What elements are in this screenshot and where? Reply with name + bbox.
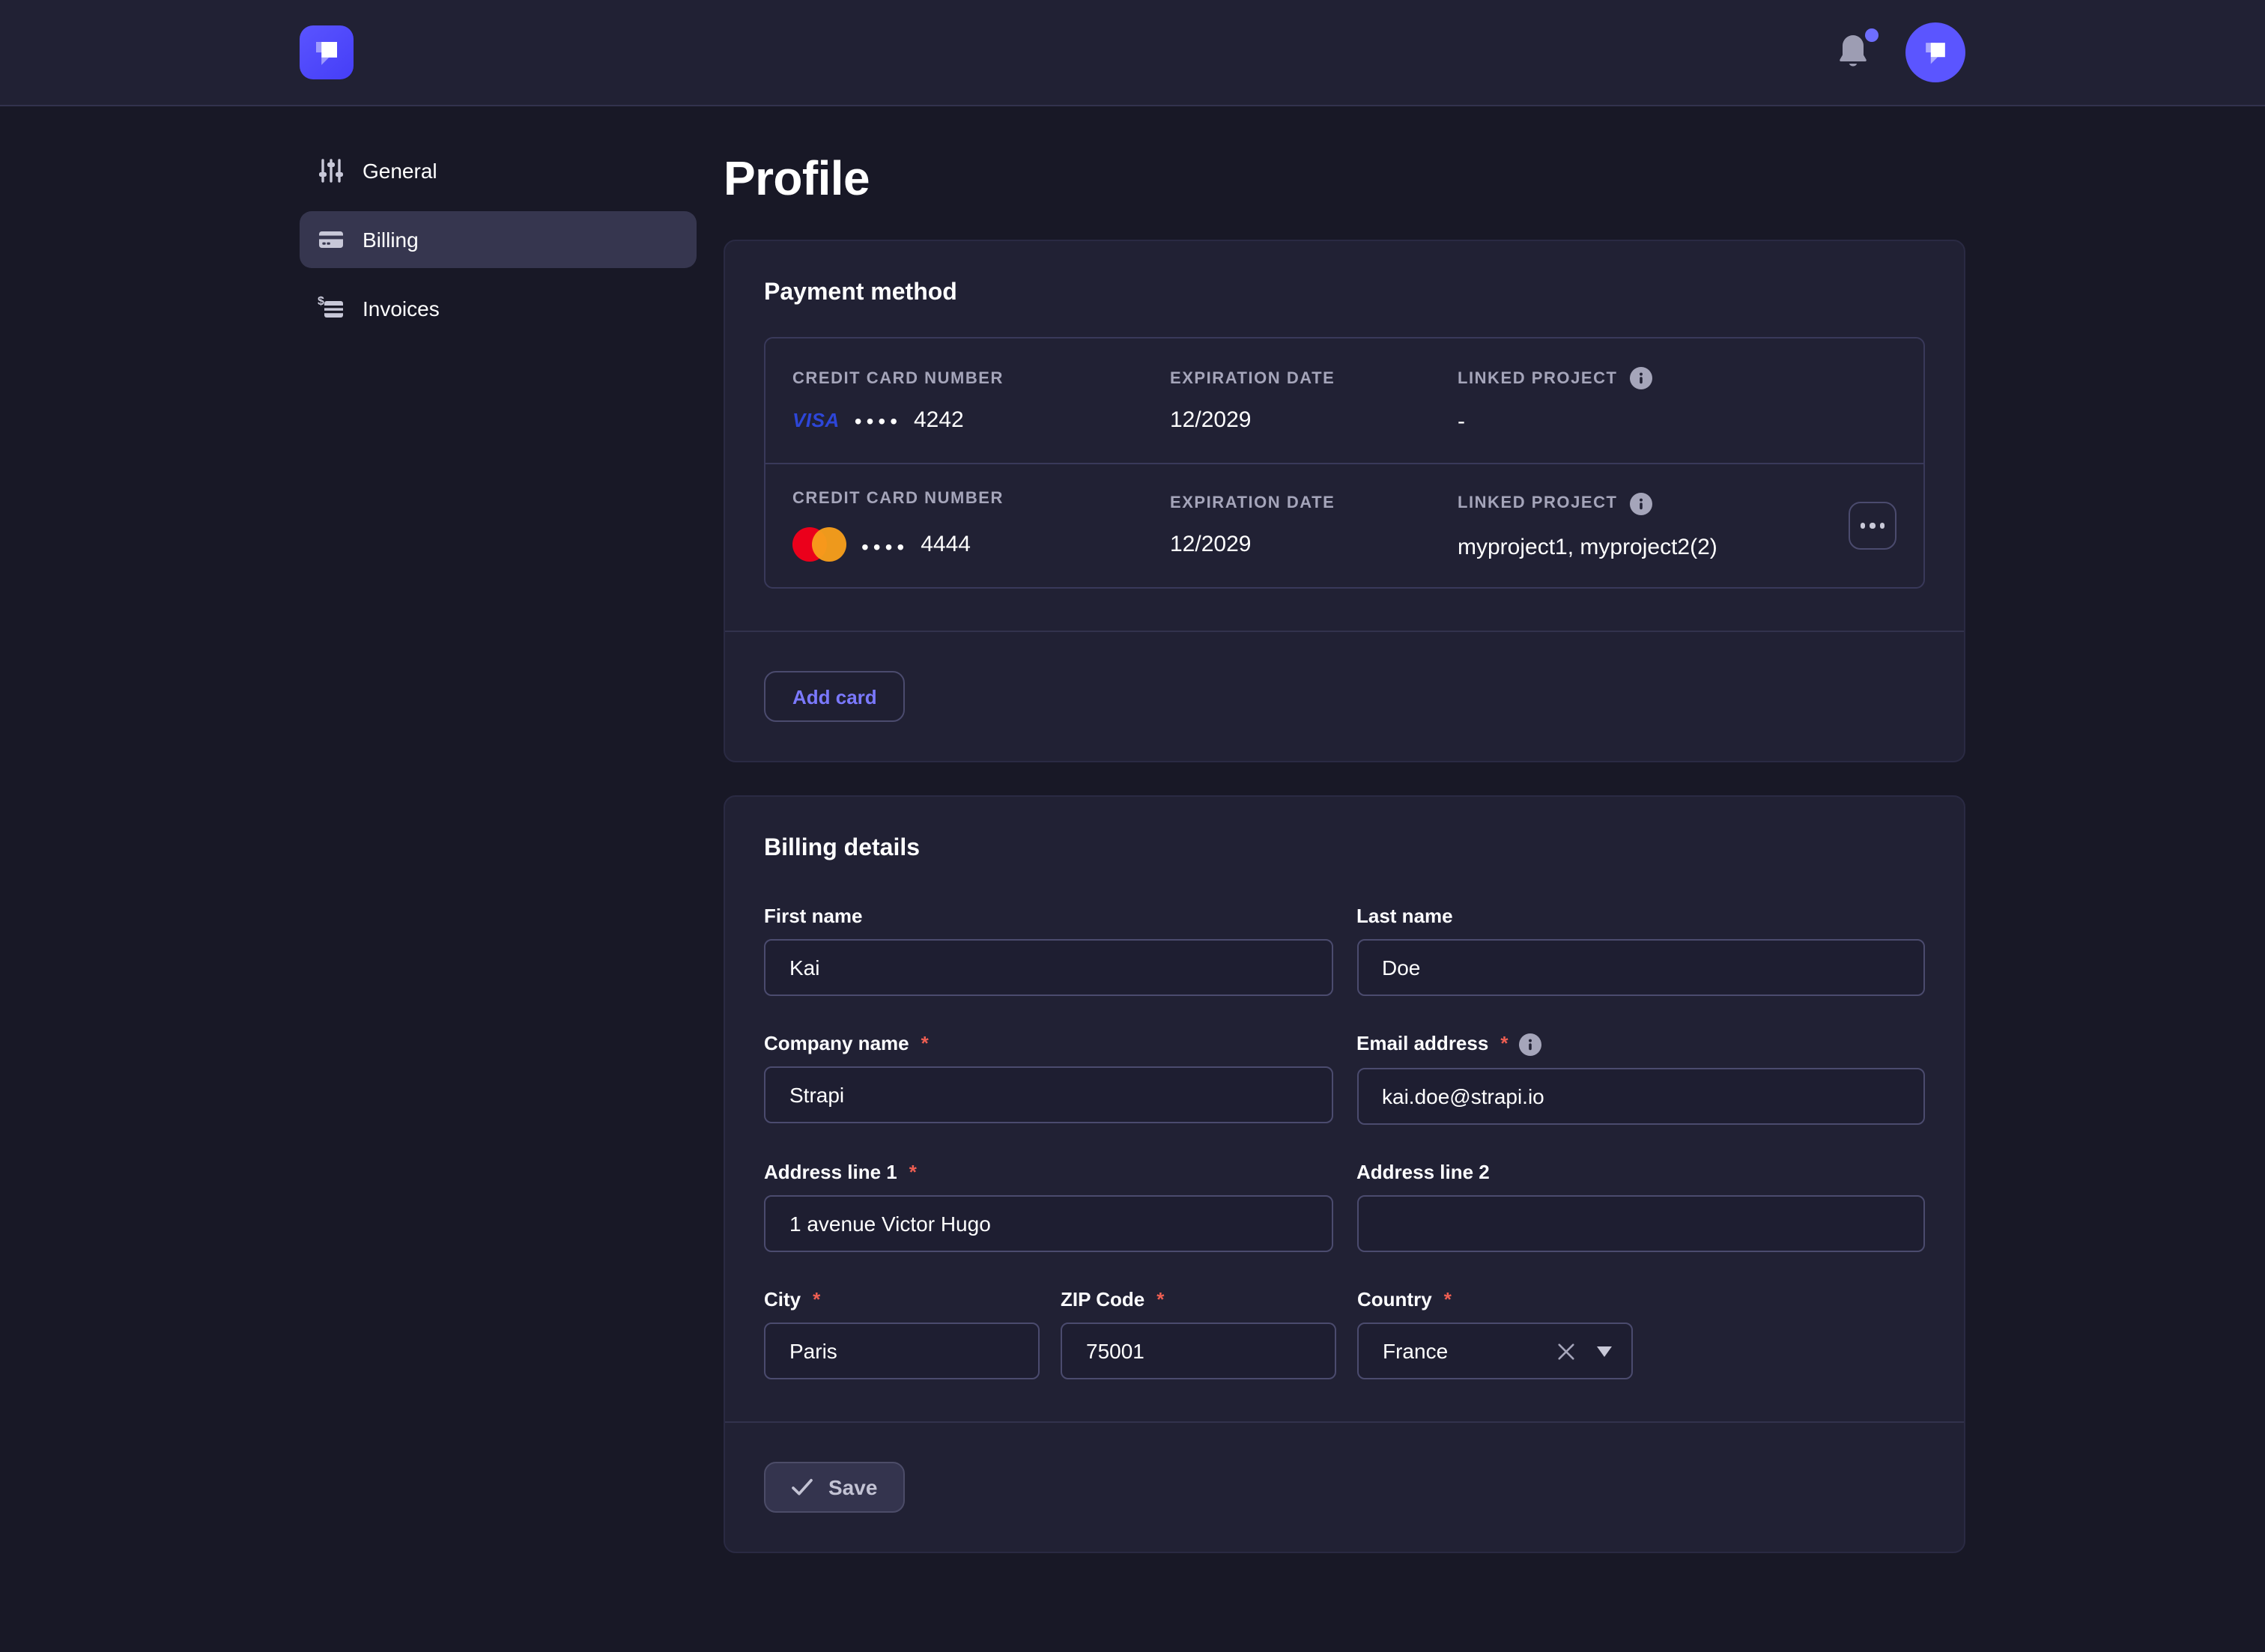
company-name-label: Company name: [764, 1032, 909, 1054]
credit-card-icon: [318, 226, 345, 253]
address-line-2-input[interactable]: [1356, 1195, 1925, 1252]
mastercard-logo: [792, 526, 846, 562]
check-icon: [791, 1478, 813, 1496]
linked-project-label: LINKED PROJECT: [1458, 369, 1618, 387]
dots-icon: [1861, 523, 1866, 529]
sliders-icon: [318, 157, 345, 184]
credit-card-number-label: CREDIT CARD NUMBER: [792, 489, 1170, 507]
email-label: Email address: [1356, 1032, 1488, 1054]
page-title: Profile: [724, 151, 1965, 207]
city-field: City *: [764, 1288, 1040, 1379]
payment-cards-table: CREDIT CARD NUMBER VISA •••• 4242 EXPIRA…: [764, 337, 1925, 589]
main-layout: General Billing $: [300, 106, 1965, 1613]
company-name-input[interactable]: [764, 1066, 1332, 1123]
sidebar-item-label: Invoices: [363, 297, 440, 321]
info-icon[interactable]: [1630, 367, 1652, 389]
city-label: City: [764, 1288, 801, 1311]
credit-card-number-label: CREDIT CARD NUMBER: [792, 369, 1170, 387]
last-name-field: Last name: [1356, 905, 1925, 996]
address-line-1-input[interactable]: [764, 1195, 1332, 1252]
required-marker: *: [1444, 1288, 1452, 1311]
address-line-2-label: Address line 2: [1356, 1161, 1490, 1183]
linked-project-label: LINKED PROJECT: [1458, 494, 1618, 512]
invoice-icon: $: [318, 295, 345, 322]
sidebar-item-invoices[interactable]: $ Invoices: [300, 280, 697, 337]
city-zip-country-row: City * ZIP Code * Country *: [764, 1288, 1925, 1379]
strapi-logo: [300, 25, 354, 79]
clear-icon[interactable]: [1556, 1341, 1576, 1361]
expiration-date-label: EXPIRATION DATE: [1170, 494, 1458, 512]
divider: [725, 1421, 1964, 1423]
first-name-field: First name: [764, 905, 1332, 996]
strapi-glyph-icon: [309, 34, 345, 70]
visa-logo: VISA: [792, 408, 840, 431]
topbar-actions: [1834, 22, 1965, 82]
info-icon[interactable]: [1518, 1033, 1541, 1056]
settings-sidebar: General Billing $: [300, 142, 697, 1613]
linked-project-value: -: [1458, 409, 1819, 434]
add-card-button[interactable]: Add card: [764, 671, 906, 722]
masked-digits: ••••: [855, 409, 902, 433]
card-last4: 4444: [921, 532, 971, 557]
chevron-down-icon: [1597, 1346, 1612, 1356]
required-marker: *: [1156, 1288, 1164, 1311]
divider: [725, 631, 1964, 632]
address-line-1-label: Address line 1: [764, 1161, 897, 1183]
table-row-mastercard: CREDIT CARD NUMBER •••• 4444: [765, 463, 1923, 587]
topbar: [0, 0, 2265, 106]
last-name-input[interactable]: [1356, 939, 1925, 996]
country-value: France: [1383, 1339, 1556, 1363]
billing-details-card: Billing details First name Last name Com…: [724, 795, 1965, 1553]
sidebar-item-general[interactable]: General: [300, 142, 697, 199]
save-button[interactable]: Save: [764, 1462, 904, 1513]
last-name-label: Last name: [1356, 905, 1453, 927]
zip-code-field: ZIP Code *: [1061, 1288, 1336, 1379]
email-input[interactable]: [1356, 1068, 1925, 1125]
notifications-button[interactable]: [1834, 31, 1873, 73]
first-name-input[interactable]: [764, 939, 1332, 996]
payment-method-card: Payment method CREDIT CARD NUMBER VISA •…: [724, 240, 1965, 762]
country-label: Country: [1357, 1288, 1432, 1311]
sidebar-item-label: Billing: [363, 228, 419, 252]
zip-code-label: ZIP Code: [1061, 1288, 1144, 1311]
city-input[interactable]: [764, 1322, 1040, 1379]
required-marker: *: [909, 1161, 917, 1183]
card-last4: 4242: [914, 407, 964, 432]
content-area: Profile Payment method CREDIT CARD NUMBE…: [724, 142, 1965, 1613]
required-marker: *: [813, 1288, 820, 1311]
payment-method-title: Payment method: [764, 280, 1925, 307]
country-field: Country * France: [1357, 1288, 1633, 1379]
company-name-field: Company name *: [764, 1032, 1332, 1125]
address-line-1-field: Address line 1 *: [764, 1161, 1332, 1252]
info-icon[interactable]: [1630, 492, 1652, 514]
table-row-visa: CREDIT CARD NUMBER VISA •••• 4242 EXPIRA…: [765, 338, 1923, 463]
address-line-2-field: Address line 2: [1356, 1161, 1925, 1252]
masked-digits: ••••: [861, 534, 909, 558]
sidebar-item-label: General: [363, 159, 437, 183]
expiration-date-value: 12/2029: [1170, 532, 1458, 557]
expiration-date-label: EXPIRATION DATE: [1170, 369, 1458, 387]
country-select[interactable]: France: [1357, 1322, 1633, 1379]
expiration-date-value: 12/2029: [1170, 407, 1458, 432]
notification-dot: [1865, 28, 1879, 42]
card-more-actions-button[interactable]: [1849, 502, 1896, 550]
user-avatar[interactable]: [1905, 22, 1965, 82]
billing-details-title: Billing details: [764, 836, 1925, 863]
billing-form: First name Last name Company name *: [764, 905, 1925, 1252]
required-marker: *: [1500, 1032, 1508, 1054]
email-field: Email address *: [1356, 1032, 1925, 1125]
linked-project-value: myproject1, myproject2(2): [1458, 534, 1819, 559]
save-button-label: Save: [828, 1475, 877, 1499]
zip-code-input[interactable]: [1061, 1322, 1336, 1379]
sidebar-item-billing[interactable]: Billing: [300, 211, 697, 268]
strapi-glyph-icon: [1919, 36, 1952, 69]
first-name-label: First name: [764, 905, 863, 927]
required-marker: *: [921, 1032, 929, 1054]
svg-text:$: $: [318, 295, 324, 308]
app-root: General Billing $: [0, 0, 2265, 1652]
